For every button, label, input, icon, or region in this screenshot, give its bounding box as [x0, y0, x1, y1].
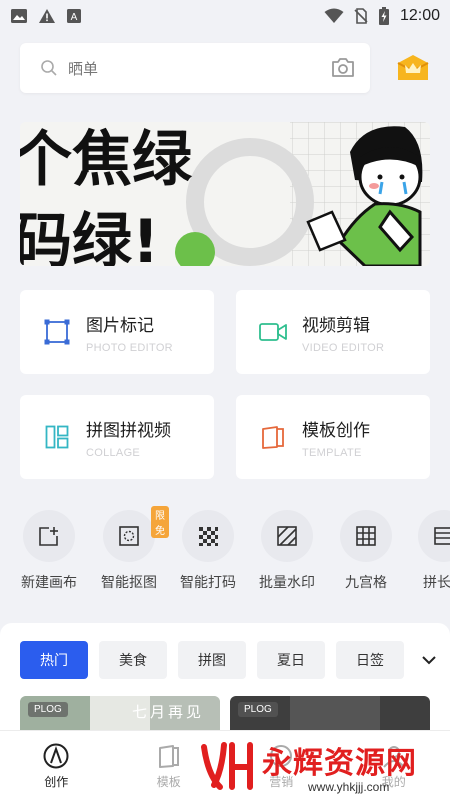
quick-label: 批量水印	[259, 575, 315, 591]
template-icon	[262, 426, 284, 449]
quick-label: 新建画布	[21, 575, 77, 591]
tab-daily[interactable]: 日签	[336, 641, 404, 679]
search-bar[interactable]: 晒单	[20, 43, 370, 93]
long-collage-icon	[434, 527, 450, 545]
tab-food[interactable]: 美食	[99, 641, 167, 679]
create-icon	[43, 743, 69, 769]
battery-icon	[378, 7, 389, 25]
expand-tabs-button[interactable]	[408, 641, 450, 679]
mosaic-icon	[199, 527, 218, 546]
chevron-down-icon	[422, 656, 436, 665]
tab-collage[interactable]: 拼图	[178, 641, 246, 679]
photo-editor-card[interactable]: 图片标记 PHOTO EDITOR	[20, 290, 214, 374]
quick-label: 九宫格	[345, 575, 387, 591]
image-notification-icon	[11, 9, 27, 23]
search-row: 晒单	[20, 43, 430, 93]
vip-crown-icon[interactable]	[396, 53, 430, 83]
quick-label: 拼长	[423, 575, 450, 591]
template-title: 七月再见	[132, 703, 205, 721]
banner-line-1: 个焦绿	[20, 125, 193, 195]
svg-text:A: A	[71, 12, 78, 23]
clock-time: 12:00	[399, 7, 440, 24]
watermark-icon	[277, 526, 297, 546]
tool-subtitle: COLLAGE	[86, 446, 141, 459]
quick-action-row: 新建画布 限免 智能抠图 智能打码 批量水印 九宫格 拼长	[0, 506, 450, 600]
photo-mark-icon	[44, 319, 70, 345]
quick-nine-grid[interactable]: 九宫格	[326, 510, 406, 592]
warning-icon	[39, 9, 55, 23]
search-input[interactable]: 晒单	[68, 58, 330, 79]
tool-title: 视频剪辑	[302, 315, 370, 336]
search-icon	[41, 60, 57, 76]
nav-label: 创作	[44, 775, 69, 789]
quick-label: 智能打码	[180, 575, 236, 591]
grid-nine-icon	[356, 526, 376, 546]
quick-smart-cutout[interactable]: 限免 智能抠图	[89, 506, 169, 592]
quick-label: 智能抠图	[101, 575, 157, 591]
new-canvas-icon	[39, 527, 58, 546]
site-watermark-logo: 永辉资源网 www.yhkjjj.com	[201, 742, 417, 794]
tool-subtitle: PHOTO EDITOR	[86, 341, 173, 354]
plog-badge: PLOG	[28, 702, 68, 717]
yh-logo-mark	[201, 742, 253, 790]
tool-subtitle: TEMPLATE	[302, 446, 362, 459]
banner-line-2: 码绿!	[20, 207, 159, 266]
free-badge: 限免	[151, 506, 169, 538]
no-sim-icon	[354, 8, 368, 24]
nav-create[interactable]: 创作	[0, 731, 113, 800]
category-tabs: 热门 美食 拼图 夏日 日签 旅	[20, 641, 450, 679]
tool-subtitle: VIDEO EDITOR	[302, 341, 385, 354]
tab-hot[interactable]: 热门	[20, 641, 88, 679]
smart-cutout-icon	[119, 526, 139, 546]
tool-title: 模板创作	[302, 420, 370, 441]
tool-title: 拼图拼视频	[86, 420, 171, 441]
plog-badge: PLOG	[238, 702, 278, 717]
nav-label: 模板	[156, 775, 181, 789]
watermark-text: 永辉资源网	[262, 746, 417, 781]
quick-mosaic[interactable]: 智能打码	[168, 510, 248, 592]
video-editor-card[interactable]: 视频剪辑 VIDEO EDITOR	[236, 290, 430, 374]
collage-card[interactable]: 拼图拼视频 COLLAGE	[20, 395, 214, 479]
font-notification-icon: A	[67, 9, 81, 23]
template-nav-icon	[158, 745, 179, 768]
template-card[interactable]: 模板创作 TEMPLATE	[236, 395, 430, 479]
tool-title: 图片标记	[86, 315, 154, 336]
quick-batch-watermark[interactable]: 批量水印	[247, 510, 327, 592]
collage-icon	[45, 425, 69, 449]
quick-new-canvas[interactable]: 新建画布	[9, 510, 89, 592]
watermark-url: www.yhkjjj.com	[307, 780, 389, 794]
video-camera-icon	[259, 323, 287, 341]
wifi-icon	[324, 8, 344, 23]
promo-banner[interactable]: 个焦绿 码绿!	[20, 122, 430, 266]
quick-long-collage[interactable]: 拼长	[405, 510, 450, 592]
status-bar: A 12:00	[0, 0, 450, 32]
tab-summer[interactable]: 夏日	[257, 641, 325, 679]
camera-icon[interactable]	[330, 56, 356, 80]
